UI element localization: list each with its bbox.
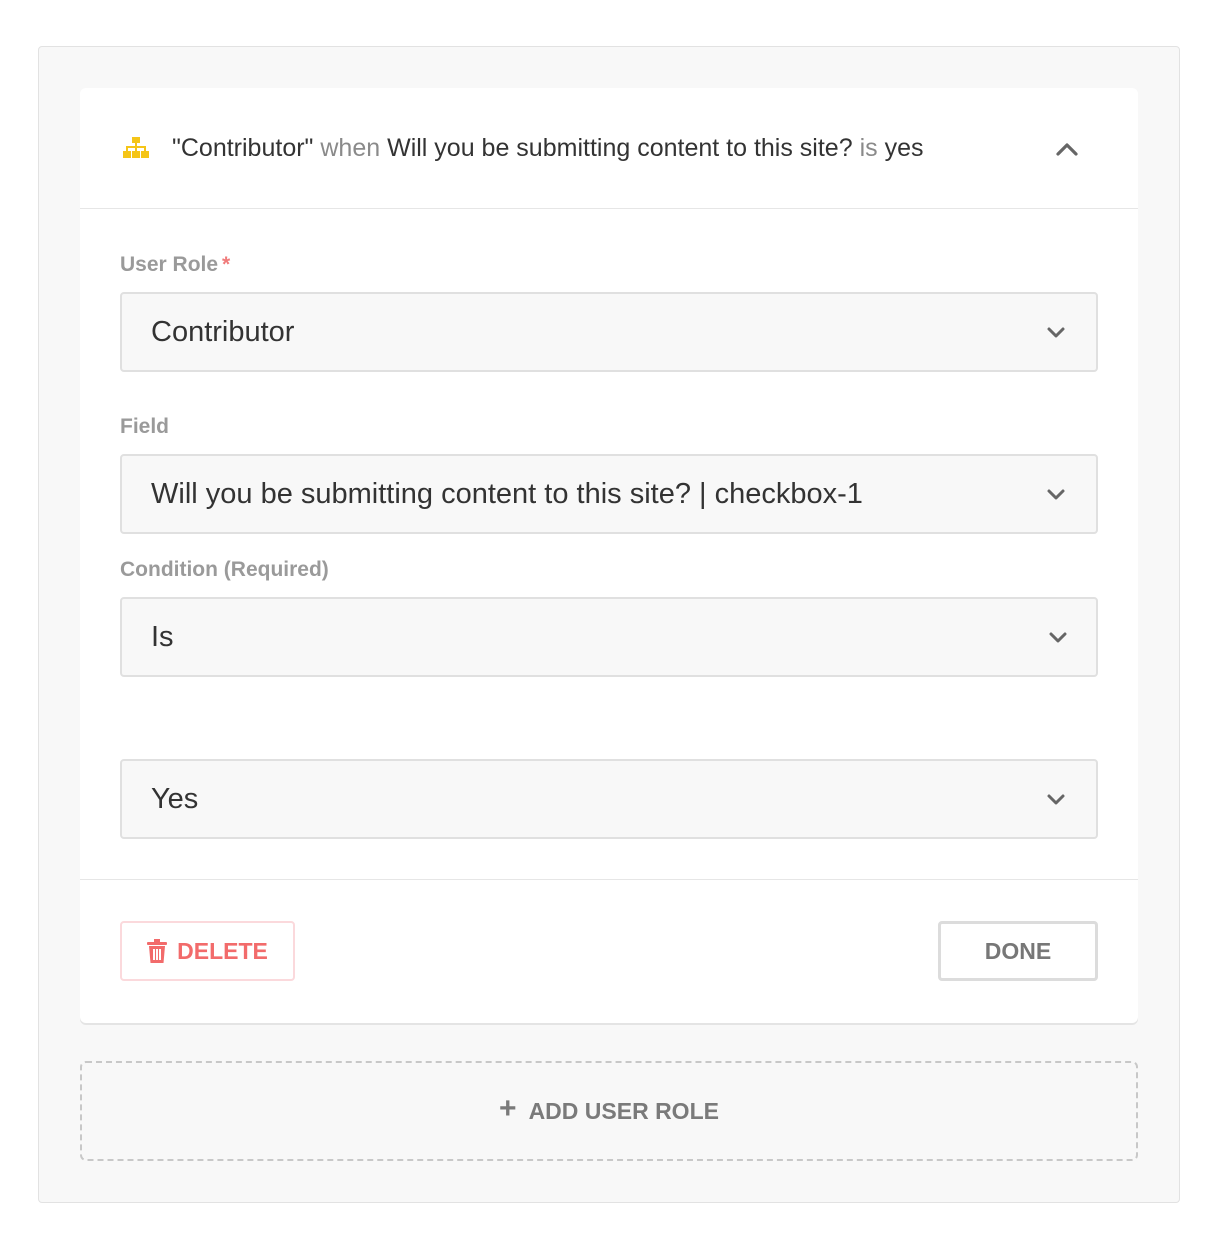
condition-value-text: Yes (151, 782, 199, 815)
required-mark: * (222, 253, 231, 276)
rule-card-header[interactable]: "Contributor" when Will you be submittin… (80, 88, 1138, 209)
chevron-up-icon (1056, 143, 1078, 156)
done-button[interactable]: DONE (938, 921, 1098, 981)
summary-role: "Contributor" (172, 133, 314, 162)
collapse-button[interactable] (1052, 134, 1082, 164)
chevron-down-icon (1047, 794, 1065, 805)
condition-value: Is (151, 620, 174, 653)
field-value: Will you be submitting content to this s… (151, 477, 863, 510)
plus-icon: + (499, 1092, 517, 1125)
chevron-down-icon (1049, 632, 1067, 643)
user-role-panel: "Contributor" when Will you be submittin… (38, 46, 1180, 1203)
chevron-down-icon (1047, 489, 1065, 500)
rule-card: "Contributor" when Will you be submittin… (80, 88, 1138, 1023)
summary-value: yes (884, 133, 924, 162)
field-label: Field (120, 415, 170, 438)
condition-value-select[interactable]: Yes (120, 759, 1098, 839)
delete-button[interactable]: DELETE (120, 921, 295, 981)
user-role-label: User Role * (120, 253, 230, 277)
chevron-down-icon (1047, 327, 1065, 338)
user-role-value: Contributor (151, 315, 295, 348)
summary-field: Will you be submitting content to this s… (387, 133, 853, 162)
rule-card-footer: DELETE DONE (80, 880, 1138, 1022)
summary-is: is (859, 133, 878, 162)
condition-label: Condition (Required) (120, 558, 329, 581)
user-role-select[interactable]: Contributor (120, 292, 1098, 372)
user-role-label-text: User Role (120, 253, 219, 276)
sitemap-icon (122, 136, 150, 160)
rule-summary: "Contributor" when Will you be submittin… (172, 134, 923, 163)
add-user-role-button[interactable]: + ADD USER ROLE (80, 1061, 1138, 1161)
trash-icon (147, 939, 168, 963)
delete-label: DELETE (177, 937, 268, 964)
add-user-role-label: ADD USER ROLE (528, 1097, 719, 1124)
summary-when: when (320, 133, 381, 162)
field-select[interactable]: Will you be submitting content to this s… (120, 454, 1098, 534)
condition-select[interactable]: Is (120, 597, 1098, 677)
rule-card-body: User Role * Contributor Field Will you be… (80, 209, 1138, 880)
